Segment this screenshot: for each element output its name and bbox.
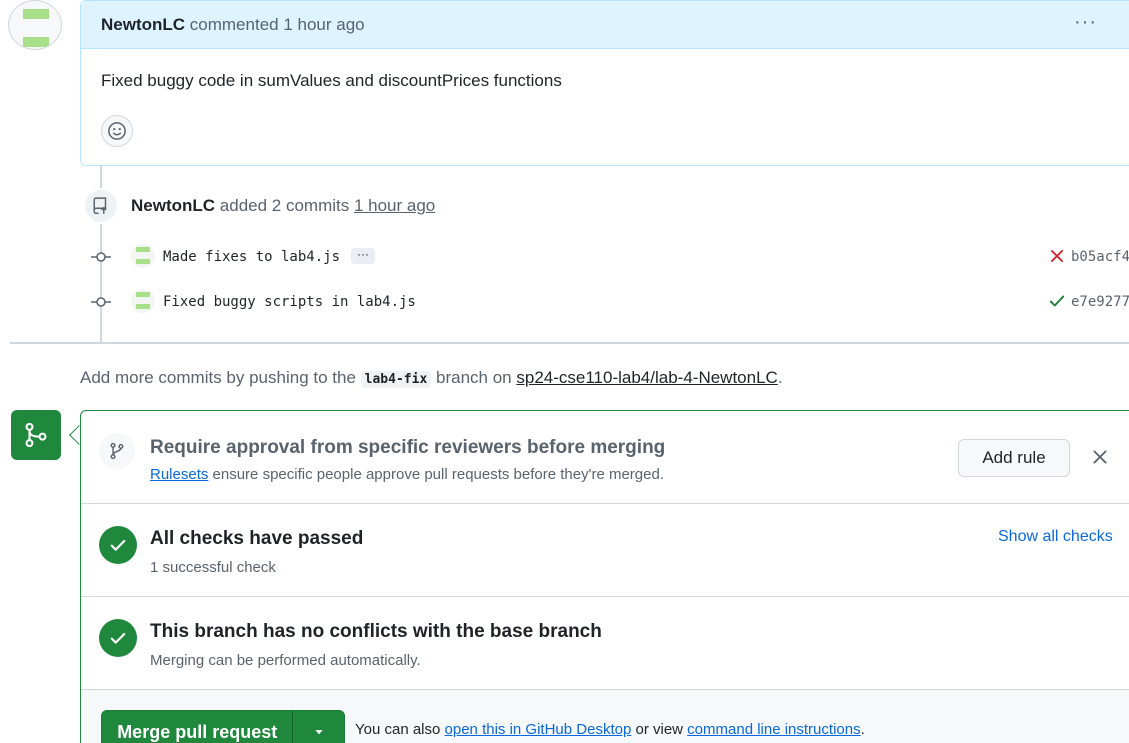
checks-section: All checks have passed 1 successful chec… [81,504,1129,597]
identicon-block [136,304,150,309]
git-commit-icon [91,297,111,307]
merge-action-section: Merge pull request You can also open thi… [81,690,1129,743]
rulesets-link[interactable]: Rulesets [150,466,208,483]
push-event-text: NewtonLC added 2 commits 1 hour ago [131,196,435,216]
command-line-instructions-link[interactable]: command line instructions [687,721,860,738]
check-icon [110,632,126,644]
comment-body: Fixed buggy code in sumValues and discou… [101,71,562,90]
git-merge-icon [25,422,47,448]
conflicts-subtitle: Merging can be performed automatically. [150,652,421,669]
check-icon[interactable] [1048,292,1066,310]
merge-status-badge [11,410,61,460]
hint-text: . [777,368,783,387]
branch-name[interactable]: lab4-fix [360,371,432,388]
rule-description: Rulesets ensure specific people approve … [150,466,664,483]
show-all-checks-link[interactable]: Show all checks [998,528,1113,546]
rule-title: Require approval from specific reviewers… [150,437,666,458]
commit-row: Fixed buggy scripts in lab4.js e7e9277 [0,289,1129,315]
push-event-badge [83,188,119,224]
commit-message-link[interactable]: Made fixes to lab4.js [163,249,340,265]
git-branch-icon [110,442,124,460]
conflicts-section: This branch has no conflicts with the ba… [81,597,1129,690]
smiley-icon [108,122,126,140]
merge-button-group: Merge pull request [101,710,345,743]
hint-text: branch on [436,368,512,387]
push-author-link[interactable]: NewtonLC [131,196,215,215]
merge-alt-text: You can also [355,721,441,738]
identicon-block [136,259,150,264]
identicon-block [23,9,49,19]
pr-comment: NewtonLC commented 1 hour ago ··· Fixed … [80,0,1129,166]
commit-sha-link[interactable]: b05acf4 [1071,249,1129,265]
push-action: added 2 commits [219,196,350,215]
commit-message-link[interactable]: Fixed buggy scripts in lab4.js [163,294,416,310]
commit-author-avatar[interactable] [131,244,155,268]
rule-description-text: ensure specific people approve pull requ… [212,466,664,483]
merge-alt-text: or view [635,721,683,738]
comment-action: commented [189,15,279,34]
ruleset-suggestion: Require approval from specific reviewers… [81,411,1129,504]
checks-status-icon [99,526,137,564]
commit-sha-link[interactable]: e7e9277 [1071,294,1129,310]
comment-header: NewtonLC commented 1 hour ago [81,1,1129,49]
add-reaction-button[interactable] [101,115,133,147]
triangle-down-icon [314,730,323,735]
identicon-block [136,292,150,297]
open-in-desktop-link[interactable]: open this in GitHub Desktop [445,721,632,738]
push-hint: Add more commits by pushing to the lab4-… [80,368,783,388]
comment-author-link[interactable]: NewtonLC [101,15,185,34]
x-icon[interactable] [1048,247,1066,265]
identicon-block [136,247,150,252]
merge-method-dropdown[interactable] [292,711,344,743]
identicon-block [23,37,49,47]
hint-text: Add more commits by pushing to the [80,368,356,387]
commit-expand-button[interactable]: ··· [351,248,375,264]
commit-row: Made fixes to lab4.js ··· b05acf4 [0,244,1129,270]
checks-title: All checks have passed [150,528,364,549]
comment-author-avatar[interactable] [8,0,62,50]
rule-icon-wrap [99,433,135,469]
commit-author-avatar[interactable] [131,289,155,313]
comment-timestamp[interactable]: 1 hour ago [283,15,364,34]
add-rule-button[interactable]: Add rule [958,439,1070,477]
merge-alternatives: You can also open this in GitHub Desktop… [355,721,865,738]
merge-pull-request-button[interactable]: Merge pull request [102,711,292,743]
merge-box: Require approval from specific reviewers… [80,410,1129,743]
timeline-divider [10,342,1129,344]
close-icon[interactable] [1090,447,1110,467]
conflicts-status-icon [99,619,137,657]
checks-subtitle: 1 successful check [150,559,276,576]
conflicts-title: This branch has no conflicts with the ba… [150,621,602,642]
merge-alt-text: . [860,721,865,738]
repo-link[interactable]: sp24-cse110-lab4/lab-4-NewtonLC [516,368,777,387]
git-commit-icon [91,252,111,262]
check-icon [110,539,126,551]
repo-push-icon [93,197,107,215]
push-timestamp[interactable]: 1 hour ago [354,196,435,215]
comment-options-menu[interactable]: ··· [1074,11,1097,34]
